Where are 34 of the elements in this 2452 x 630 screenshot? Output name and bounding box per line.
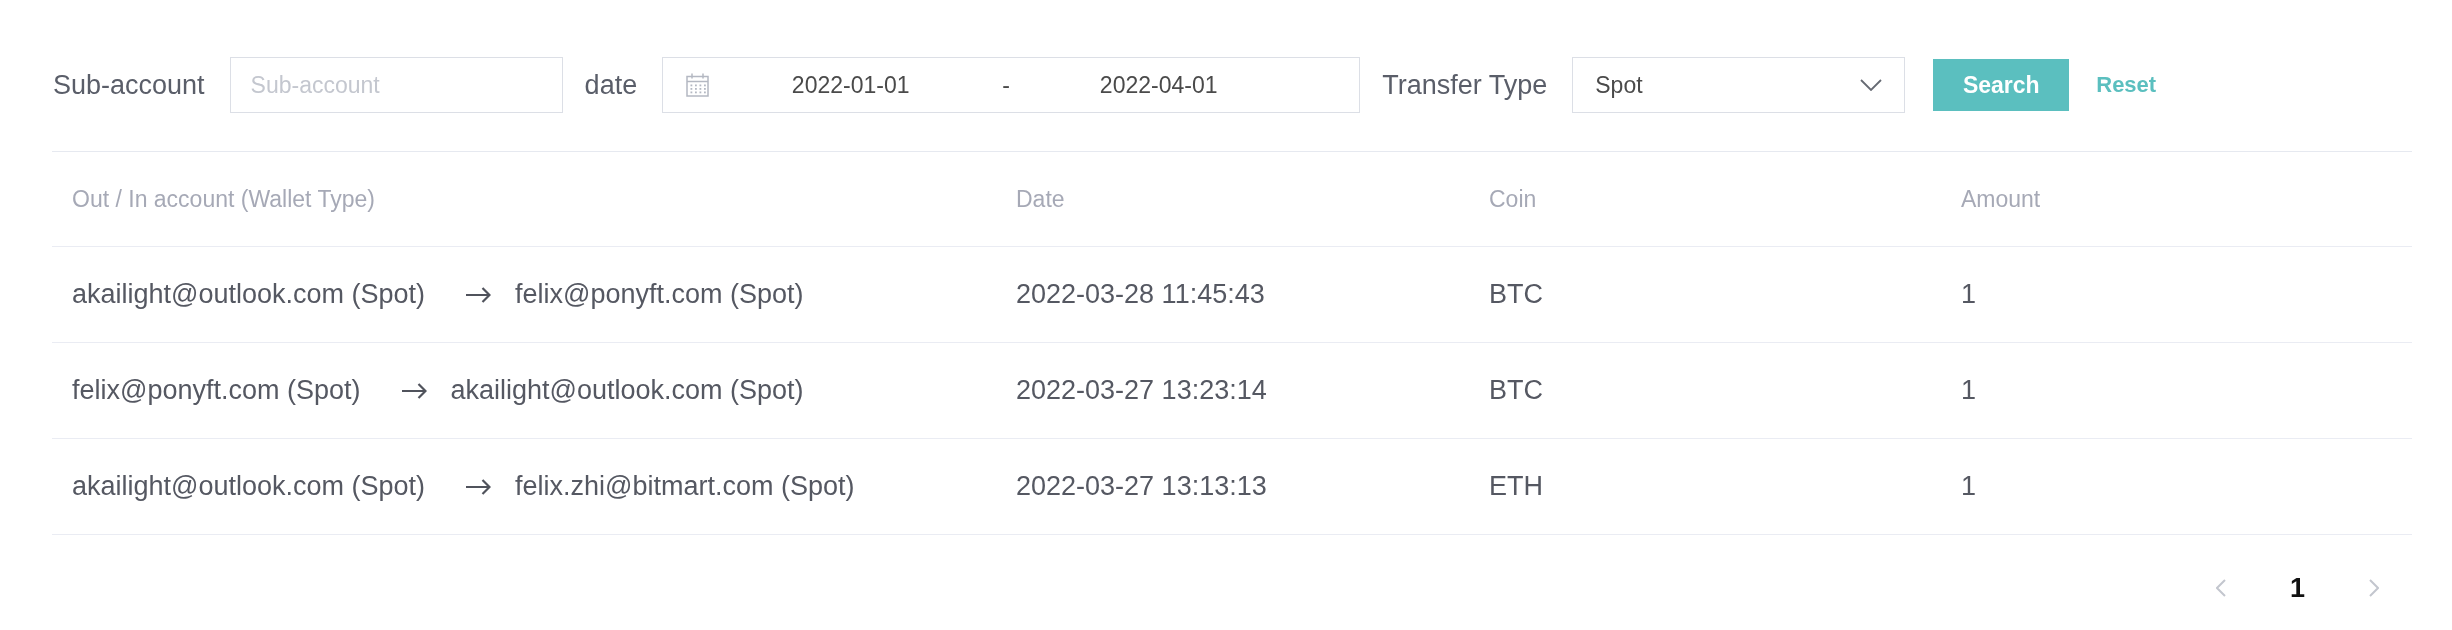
table-cell: 1 (1961, 471, 1977, 502)
date-separator: - (1002, 71, 1010, 99)
start-date-value: 2022-01-01 (791, 71, 910, 99)
arrow-icon (465, 286, 492, 303)
to-account-text: felix.zhi@bitmart.com (Spot) (515, 471, 855, 502)
arrow-icon (400, 382, 427, 399)
table-cell: 2022-03-27 13:13:13 (1016, 471, 1267, 502)
transfer-type-label: Transfer Type (1382, 69, 1548, 101)
to-account-text: felix@ponyft.com (Spot) (515, 279, 804, 310)
from-account-text: akailight@outlook.com (Spot) (72, 471, 426, 502)
table-cell: 2022-03-27 13:23:14 (1016, 375, 1267, 406)
from-account-text: felix@ponyft.com (Spot) (72, 375, 361, 406)
column-header: Coin (1489, 185, 1537, 213)
page-number[interactable]: 1 (2289, 574, 2305, 602)
table-cell: ETH (1489, 471, 1543, 502)
sub-account-input[interactable]: Sub-account (229, 57, 563, 113)
transfer-type-select[interactable]: Spot (1572, 57, 1906, 113)
end-date-value: 2022-04-01 (1099, 71, 1218, 99)
table-cell: 1 (1961, 279, 1977, 310)
column-header: Amount (1961, 185, 2041, 213)
date-label: date (584, 69, 638, 101)
arrow-icon (465, 478, 492, 495)
column-header: Date (1016, 185, 1065, 213)
table-cell: BTC (1489, 279, 1543, 310)
column-header: Out / In account (Wallet Type) (72, 185, 375, 213)
calendar-icon (686, 73, 710, 97)
to-account-text: akailight@outlook.com (Spot) (450, 375, 804, 406)
sub-account-label: Sub-account (53, 69, 205, 101)
date-range-picker[interactable]: 2022-01-01 - 2022-04-01 (662, 57, 1361, 113)
chevron-down-icon (1860, 79, 1883, 91)
table-cell: 1 (1961, 375, 1977, 406)
table-cell: 2022-03-28 11:45:43 (1016, 279, 1265, 310)
table-cell: BTC (1489, 375, 1543, 406)
from-account-text: akailight@outlook.com (Spot) (72, 279, 426, 310)
